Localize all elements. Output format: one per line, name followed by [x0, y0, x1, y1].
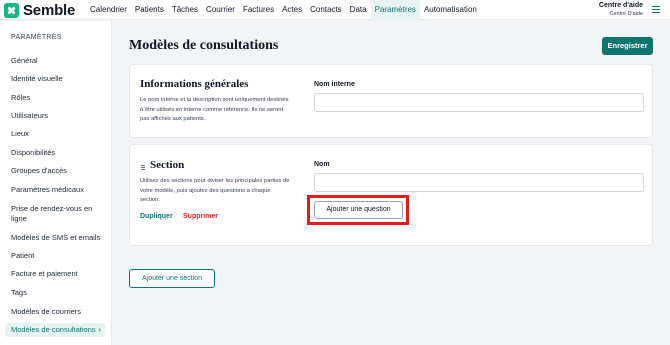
- section-title: Section: [150, 159, 185, 171]
- sidebar-item-modeles-consultations[interactable]: Modèles de consultations ›: [5, 323, 105, 337]
- section-description: Utilisez des sections pour diviser les p…: [140, 178, 290, 203]
- logo[interactable]: Semble: [4, 2, 75, 19]
- nav-taches[interactable]: Tâches: [168, 0, 202, 20]
- add-question-button[interactable]: Ajouter une question: [314, 201, 403, 219]
- sidebar-item-tags[interactable]: Tags: [11, 288, 106, 298]
- sidebar-item-lieux[interactable]: Lieux: [11, 129, 106, 139]
- chevron-right-icon: ›: [98, 325, 101, 334]
- nav-automatisation[interactable]: Automatisation: [420, 0, 481, 20]
- sidebar-item-identite-visuelle[interactable]: Identité visuelle: [11, 74, 106, 84]
- nav-parametres[interactable]: Paramètres: [370, 0, 420, 20]
- sidebar-item-modeles-sms[interactable]: Modèles de SMS et emails: [11, 233, 106, 243]
- sidebar-item-utilisateurs[interactable]: Utilisateurs: [11, 111, 106, 121]
- sidebar-item-roles[interactable]: Rôles: [11, 93, 106, 103]
- general-info-card: Informations générales Le nom interne et…: [129, 64, 653, 138]
- nav-calendrier[interactable]: Calendrier: [86, 0, 131, 20]
- nav-contacts[interactable]: Contacts: [306, 0, 346, 20]
- sidebar-item-modeles-courriers[interactable]: Modèles de courriers: [11, 307, 106, 317]
- brand-name: Semble: [23, 2, 76, 19]
- duplicate-section-link[interactable]: Dupliquer: [140, 213, 173, 220]
- save-button[interactable]: Enregistrer: [602, 37, 653, 55]
- sidebar-item-groupes-acces[interactable]: Groupes d'accès: [11, 166, 106, 176]
- page-title: Modèles de consultations: [129, 38, 279, 53]
- top-bar: Semble Calendrier Patients Tâches Courri…: [0, 0, 670, 20]
- delete-section-link[interactable]: Supprimer: [183, 213, 218, 220]
- sidebar-item-general[interactable]: Général: [11, 56, 106, 66]
- general-info-description: Le nom interne et la description sont un…: [140, 97, 289, 122]
- help-subtitle: Centre D'aide: [609, 11, 643, 17]
- nav-courrier[interactable]: Courrier: [202, 0, 239, 20]
- hamburger-menu-icon[interactable]: [652, 6, 660, 13]
- nav-factures[interactable]: Factures: [239, 0, 278, 20]
- main-nav: Calendrier Patients Tâches Courrier Fact…: [86, 0, 481, 20]
- internal-name-input[interactable]: [314, 93, 644, 112]
- nav-data[interactable]: Data: [346, 0, 371, 20]
- drag-handle-icon[interactable]: [141, 165, 145, 171]
- sidebar-item-facture-paiement[interactable]: Facture et paiement: [11, 269, 106, 279]
- section-name-input[interactable]: [314, 173, 644, 192]
- internal-name-label: Nom interne: [314, 81, 355, 88]
- sidebar-item-label: Modèles de consultations: [11, 325, 96, 334]
- help-center[interactable]: Centre d'aide Centre D'aide: [599, 2, 643, 18]
- sidebar-title: PARAMÈTRES: [11, 34, 62, 41]
- semble-logo-icon: [4, 3, 19, 18]
- help-title: Centre d'aide: [598, 2, 643, 9]
- section-name-label: Nom: [314, 161, 330, 168]
- add-section-button[interactable]: Ajouter une section: [129, 269, 215, 288]
- sidebar-item-patient[interactable]: Patient: [11, 251, 106, 261]
- nav-patients[interactable]: Patients: [131, 0, 168, 20]
- sidebar-item-prise-rdv[interactable]: Prise de rendez-vous en ligne: [11, 204, 106, 224]
- nav-actes[interactable]: Actes: [278, 0, 306, 20]
- general-info-title: Informations générales: [140, 78, 249, 90]
- settings-sidebar: PARAMÈTRES Général Identité visuelle Rôl…: [0, 21, 112, 345]
- sidebar-item-parametres-medicaux[interactable]: Paramètres médicaux: [11, 185, 106, 195]
- sidebar-item-disponibilites[interactable]: Disponibilités: [11, 148, 106, 158]
